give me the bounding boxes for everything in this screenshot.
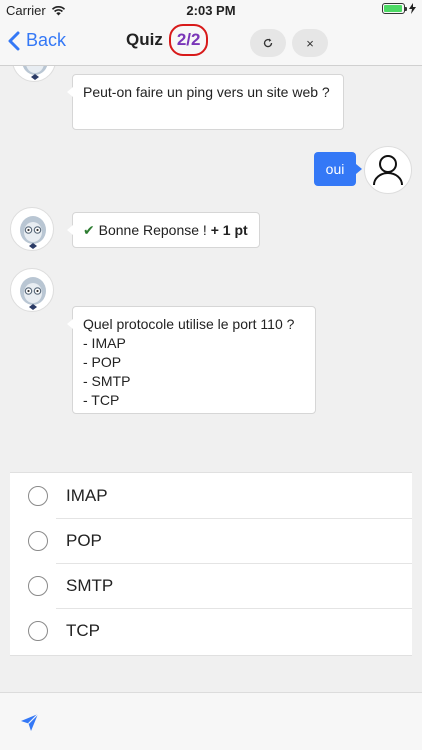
input-bar — [0, 692, 422, 750]
refresh-icon — [263, 38, 273, 48]
bot-message-previous-question: Peut-on faire un ping vers un site web ? — [67, 74, 344, 130]
option-smtp[interactable]: SMTP — [10, 563, 412, 608]
status-bar: Carrier 2:03 PM — [0, 0, 422, 20]
bot-avatar — [10, 207, 54, 251]
title-text: Quiz — [126, 30, 163, 49]
radio-button[interactable] — [28, 530, 48, 551]
checkmark-icon: ✔ — [83, 222, 95, 238]
chevron-left-icon — [8, 31, 20, 50]
user-avatar — [364, 146, 412, 194]
feedback-text: Bonne Reponse ! — [98, 222, 211, 238]
radio-button[interactable] — [28, 575, 48, 596]
quiz-counter: 2/2 — [168, 24, 209, 56]
option-label: IMAP — [66, 485, 108, 505]
professor-avatar-icon — [20, 277, 46, 310]
professor-avatar-icon — [20, 216, 46, 249]
message-text: Peut-on faire un ping vers un site web ? — [83, 84, 330, 100]
feedback-points: + 1 pt — [210, 222, 248, 238]
question-choice: - SMTP — [83, 373, 131, 389]
battery-level — [384, 5, 403, 12]
bot-avatar — [12, 66, 56, 82]
send-icon — [21, 713, 39, 731]
charging-icon — [409, 3, 416, 14]
radio-button[interactable] — [28, 485, 48, 506]
option-pop[interactable]: POP — [10, 518, 412, 563]
send-button[interactable] — [20, 713, 40, 738]
back-button[interactable]: Back — [8, 30, 66, 51]
option-imap[interactable]: IMAP — [10, 473, 412, 518]
radio-button[interactable] — [28, 620, 48, 641]
option-label: SMTP — [66, 575, 114, 595]
page-title: Quiz 2/2 — [126, 24, 209, 56]
question-choice: - TCP — [83, 392, 120, 408]
question-choice: - POP — [83, 354, 122, 370]
user-avatar-icon — [373, 155, 403, 186]
back-label: Back — [26, 30, 67, 50]
close-icon: × — [306, 35, 314, 51]
status-right — [382, 3, 416, 14]
question-choice: - IMAP — [83, 335, 126, 351]
close-button[interactable]: × — [292, 29, 328, 57]
nav-bar: Back Quiz 2/2 × — [0, 20, 422, 66]
chat-area[interactable]: Peut-on faire un ping vers un site web ?… — [0, 66, 422, 470]
battery-icon — [382, 3, 407, 14]
user-message: oui — [314, 152, 362, 186]
answer-options: IMAP POP SMTP TCP — [10, 472, 412, 656]
option-label: POP — [66, 530, 102, 550]
status-time: 2:03 PM — [186, 3, 236, 18]
bot-avatar — [10, 268, 54, 312]
bot-message-current-question: Quel protocole utilise le port 110 ? - I… — [67, 306, 316, 414]
option-tcp[interactable]: TCP — [10, 608, 412, 653]
bot-message-feedback: ✔ Bonne Reponse ! + 1 pt — [67, 212, 260, 248]
refresh-button[interactable] — [250, 29, 286, 57]
question-text: Quel protocole utilise le port 110 ? — [83, 316, 295, 332]
option-label: TCP — [66, 620, 100, 640]
professor-avatar-icon — [22, 66, 48, 80]
message-text: oui — [325, 161, 345, 177]
